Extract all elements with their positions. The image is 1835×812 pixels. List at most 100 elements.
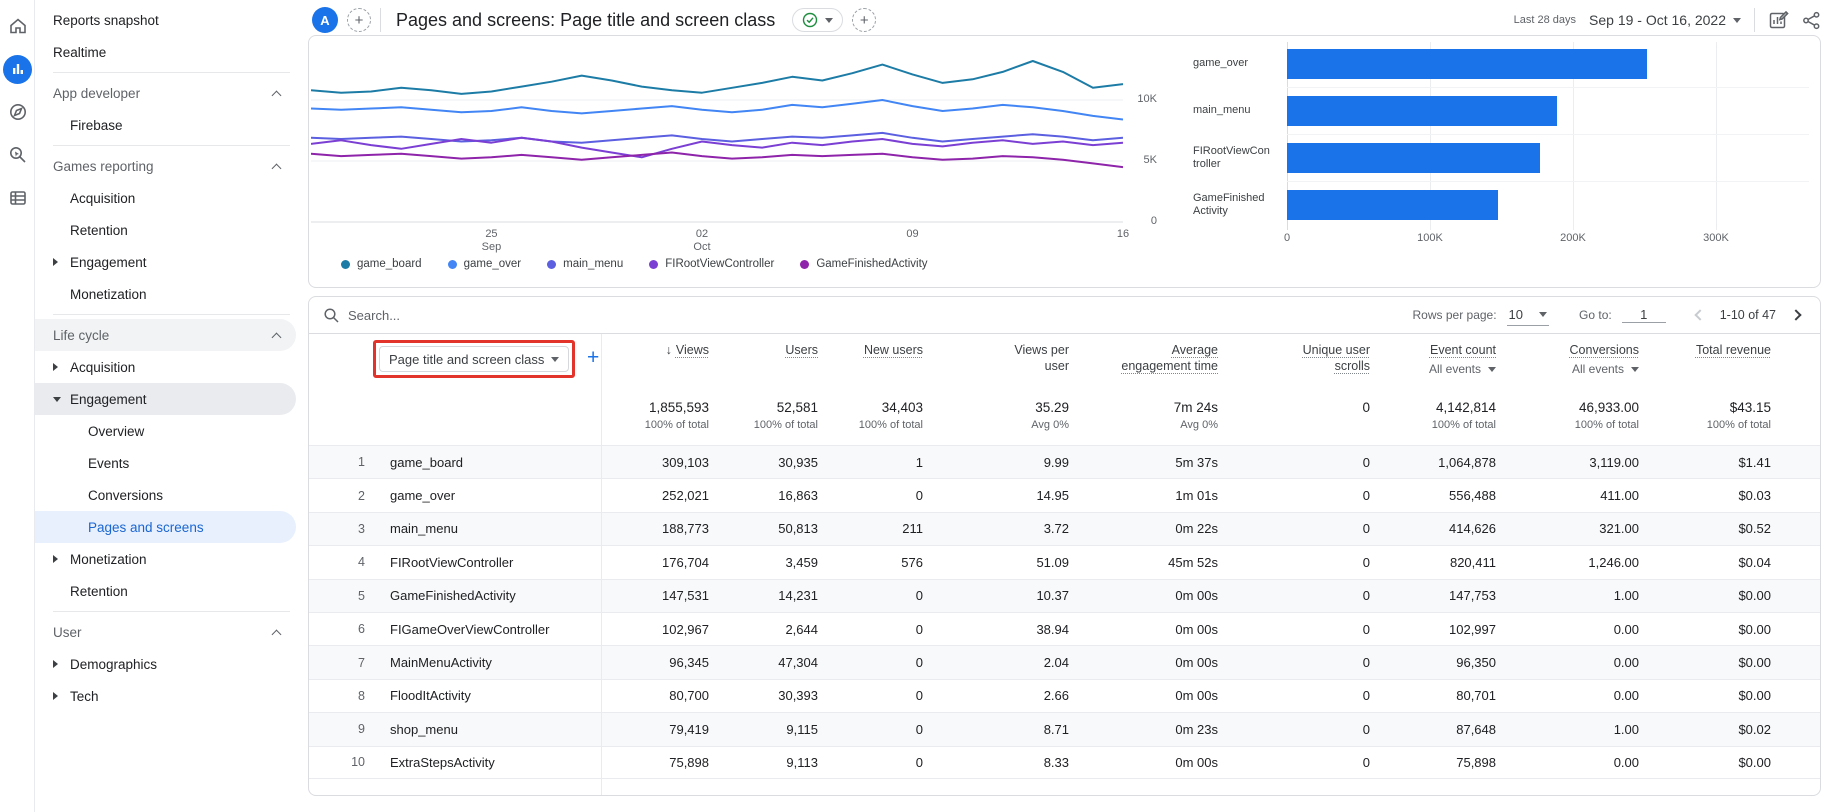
sidebar-item-tech[interactable]: Tech (35, 680, 296, 712)
legend-item-game-board: game_board (341, 258, 422, 270)
sort-descending-icon: ↓ (665, 343, 672, 357)
row-metric-value: 1m 01s (1175, 488, 1218, 504)
sidebar-item-realtime[interactable]: Realtime (35, 36, 296, 68)
row-metric-value: $0.00 (1738, 655, 1771, 671)
library-icon[interactable] (0, 181, 35, 215)
totals-spacer (367, 400, 601, 431)
sidebar-item-retention[interactable]: Retention (35, 214, 296, 246)
column-header-new-users[interactable]: New users (818, 342, 923, 377)
goto-page-input[interactable] (1621, 307, 1666, 323)
sidebar-section-life-cycle[interactable]: Life cycle (35, 319, 296, 351)
column-header-unique-user-scrolls[interactable]: Unique user scrolls (1218, 342, 1370, 377)
sidebar-item-acquisition[interactable]: Acquisition (35, 351, 296, 383)
legend-label: game_board (357, 258, 422, 270)
bar-category-label: game_over (1193, 57, 1249, 70)
row-metric-value: 102,997 (1449, 621, 1496, 637)
chevron-down-icon (825, 17, 834, 23)
sidebar-item-acquisition[interactable]: Acquisition (35, 182, 296, 214)
add-comparison-button[interactable]: + (347, 8, 371, 32)
bar-firootviewcontroller (1287, 142, 1540, 173)
sidebar-item-engagement[interactable]: Engagement (35, 246, 296, 278)
row-metric-value: 0 (1362, 588, 1370, 604)
add-report-button[interactable]: + (852, 8, 877, 32)
bar-row-gamefinishedactivity: GameFinishedActivity (1193, 181, 1818, 228)
customize-report-icon[interactable] (1768, 10, 1789, 31)
row-metric-value: 5m 37s (1175, 454, 1218, 470)
row-dimension-value[interactable]: main_menu (367, 521, 601, 536)
sidebar-section-user[interactable]: User (35, 616, 296, 648)
row-dimension-value[interactable]: ExtraStepsActivity (367, 755, 601, 770)
row-metric-value: 79,419 (669, 721, 709, 737)
row-dimension-value[interactable]: MainMenuActivity (367, 655, 601, 670)
row-metric-value: 0m 00s (1175, 655, 1218, 671)
bar-x-tick-label: 300K (1703, 232, 1729, 244)
line-series-gamefinishedactivity (311, 151, 1123, 169)
table-row-flooditactivity: 8 FloodItActivity 80,700 30,393 0 2.66 0m 00s 0… (309, 678, 1820, 712)
topbar-left-cluster: A + Pages and screens: Page title and sc… (302, 7, 877, 33)
sidebar-item-monetization[interactable]: Monetization (35, 543, 296, 575)
totals-spacer (309, 400, 367, 431)
goto-label: Go to: (1579, 308, 1612, 322)
row-dimension-value[interactable]: game_over (367, 488, 601, 503)
row-index: 1 (358, 455, 365, 470)
reports-sidebar: Reports snapshot Realtime App developer Fir… (35, 0, 302, 812)
sidebar-item-overview[interactable]: Overview (35, 415, 296, 447)
row-metric-value: 0 (1362, 754, 1370, 770)
column-filter-conversions[interactable]: All events (1496, 361, 1639, 377)
sidebar-item-monetization[interactable]: Monetization (35, 278, 296, 310)
home-icon[interactable] (0, 9, 35, 43)
totals-value: $43.15 (1729, 400, 1771, 415)
row-dimension-value[interactable]: FIRootViewController (367, 555, 601, 570)
row-dimension-value[interactable]: FIGameOverViewController (367, 622, 601, 637)
sidebar-item-engagement[interactable]: Engagement (35, 383, 296, 415)
column-header-total-revenue[interactable]: Total revenue (1639, 342, 1771, 377)
sidebar-item-pages-and-screens[interactable]: Pages and screens (35, 511, 296, 543)
row-metric-value: 0 (915, 721, 923, 737)
search-input[interactable] (348, 307, 608, 323)
report-valid-badge[interactable] (792, 8, 844, 32)
row-metric-value: 0 (915, 754, 923, 770)
sidebar-item-retention[interactable]: Retention (35, 575, 296, 607)
column-header-event-count[interactable]: Event count All events (1370, 342, 1496, 377)
column-header-users[interactable]: Users (709, 342, 818, 377)
bar-x-tick-label: 200K (1560, 232, 1586, 244)
row-metric-value: 0 (1362, 655, 1370, 671)
share-icon[interactable] (1802, 11, 1821, 30)
next-page-icon[interactable] (1790, 309, 1802, 321)
previous-page-icon[interactable] (1694, 309, 1706, 321)
totals-cell-average-engagement-time: 7m 24s Avg 0% (1069, 400, 1218, 431)
sidebar-item-firebase[interactable]: Firebase (35, 109, 296, 141)
sidebar-item-label: Firebase (70, 117, 123, 133)
row-dimension-value[interactable]: game_board (367, 455, 601, 470)
sidebar-section-games-reporting[interactable]: Games reporting (35, 150, 296, 182)
advertising-icon[interactable] (0, 138, 35, 172)
rows-per-page-select[interactable]: 10 (1506, 305, 1550, 326)
sidebar-item-conversions[interactable]: Conversions (35, 479, 296, 511)
row-metric-value: 3,119.00 (1589, 454, 1639, 470)
sidebar-section-app-developer[interactable]: App developer (35, 77, 296, 109)
totals-value: 0 (1362, 400, 1370, 415)
row-dimension-value[interactable]: GameFinishedActivity (367, 588, 601, 603)
row-metric-value: 1.00 (1613, 721, 1639, 737)
date-range-picker[interactable]: Sep 19 - Oct 16, 2022 (1589, 12, 1741, 28)
bar-chart-rows: game_over main_menu FIRootViewController Ga… (1193, 40, 1818, 228)
row-metric-value: 0m 23s (1175, 721, 1218, 737)
column-header-average-engagement-time[interactable]: Average engagement time (1069, 342, 1218, 377)
reports-icon[interactable] (0, 52, 35, 86)
row-metric-value: $0.00 (1738, 621, 1771, 637)
sidebar-item-demographics[interactable]: Demographics (35, 648, 296, 680)
row-dimension-value[interactable]: shop_menu (367, 722, 601, 737)
avatar[interactable]: A (312, 7, 338, 33)
sidebar-item-events[interactable]: Events (35, 447, 296, 479)
row-dimension-value[interactable]: FloodItActivity (367, 688, 601, 703)
row-metric-value: 102,967 (662, 621, 709, 637)
column-header-views-per-user[interactable]: Views per user (923, 342, 1069, 377)
column-header-conversions[interactable]: Conversions All events (1496, 342, 1639, 377)
sidebar-item-label: Tech (70, 688, 99, 704)
sidebar-item-reports-snapshot[interactable]: Reports snapshot (35, 4, 296, 36)
row-metric-value: $0.00 (1738, 754, 1771, 770)
explore-icon[interactable] (0, 95, 35, 129)
column-header-views[interactable]: ↓ Views (601, 342, 709, 377)
column-filter-event-count[interactable]: All events (1370, 361, 1496, 377)
x-tick-label: 09 (890, 228, 934, 241)
